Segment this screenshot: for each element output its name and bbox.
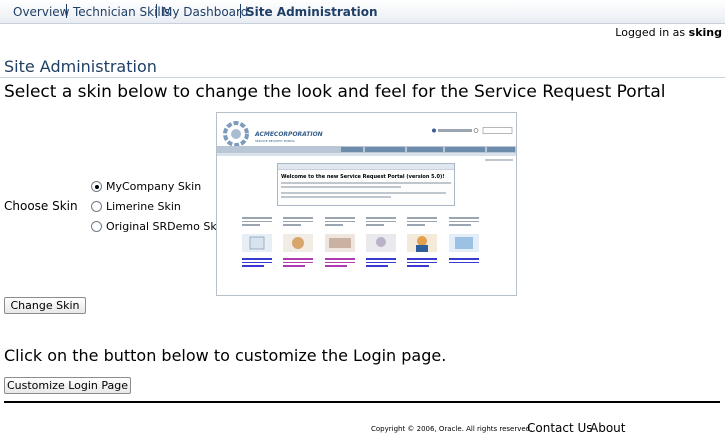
skin-option-original-srdemo[interactable]: Original SRDemo Skin xyxy=(91,220,227,233)
top-navigation-bar: Overview Technician Skills My Dashboard … xyxy=(0,0,725,24)
skin-instruction: Select a skin below to change the look a… xyxy=(4,82,666,102)
preview-thumbnail-icon xyxy=(325,234,355,252)
preview-brand-sub: SERVICE REQUEST PORTAL xyxy=(255,139,296,143)
choose-skin-label: Choose Skin xyxy=(4,199,78,213)
preview-welcome-panel: Welcome to the new Service Request Porta… xyxy=(277,163,455,206)
copyright-text: Copyright © 2006, Oracle. All rights res… xyxy=(371,425,533,433)
preview-thumbnail-icon xyxy=(407,234,437,252)
skin-preview-image: ACMECORPORATION SERVICE REQUEST PORTAL W… xyxy=(216,112,517,296)
tab-site-administration[interactable]: Site Administration xyxy=(246,5,378,19)
tab-separator xyxy=(156,4,157,18)
preview-thumbnail-icon xyxy=(283,234,313,252)
login-username: sking xyxy=(688,26,722,39)
skin-option-label: MyCompany Skin xyxy=(106,180,202,193)
preview-thumbnail-icon xyxy=(366,234,396,252)
preview-brand: ACMECORPORATION xyxy=(255,131,323,138)
tab-overview[interactable]: Overview xyxy=(13,5,70,19)
title-divider xyxy=(0,77,725,78)
preview-column xyxy=(449,215,485,275)
radio-selected-icon[interactable] xyxy=(91,181,102,192)
preview-nav-bar xyxy=(217,146,516,153)
page-title: Site Administration xyxy=(4,57,157,76)
skin-option-label: Original SRDemo Skin xyxy=(106,220,227,233)
skin-option-label: Limerine Skin xyxy=(106,200,181,213)
skin-option-mycompany[interactable]: MyCompany Skin xyxy=(91,180,201,193)
radio-icon[interactable] xyxy=(91,201,102,212)
acme-logo-icon xyxy=(223,121,249,147)
preview-thumbnail-icon xyxy=(449,234,479,252)
customize-login-page-button[interactable]: Customize Login Page xyxy=(4,377,131,394)
preview-column xyxy=(366,215,402,275)
tab-separator xyxy=(66,4,67,18)
preview-welcome-title: Welcome to the new Service Request Porta… xyxy=(281,174,445,180)
change-skin-button[interactable]: Change Skin xyxy=(4,297,86,314)
tab-my-dashboard[interactable]: My Dashboard xyxy=(162,5,248,19)
preview-thumbnail-icon xyxy=(242,234,272,252)
preview-column xyxy=(325,215,361,275)
contact-us-link[interactable]: Contact Us xyxy=(527,421,593,435)
login-status: Logged in as sking xyxy=(615,26,722,39)
radio-icon[interactable] xyxy=(91,221,102,232)
preview-column xyxy=(407,215,443,275)
about-link[interactable]: About xyxy=(590,421,625,435)
customize-login-instruction: Click on the button below to customize t… xyxy=(4,346,447,365)
tab-separator xyxy=(240,4,241,18)
preview-column xyxy=(283,215,319,275)
skin-option-limerine[interactable]: Limerine Skin xyxy=(91,200,181,213)
footer-divider xyxy=(4,401,720,403)
preview-column xyxy=(242,215,278,275)
preview-toolbar-icon xyxy=(432,127,513,134)
login-status-prefix: Logged in as xyxy=(615,26,686,39)
